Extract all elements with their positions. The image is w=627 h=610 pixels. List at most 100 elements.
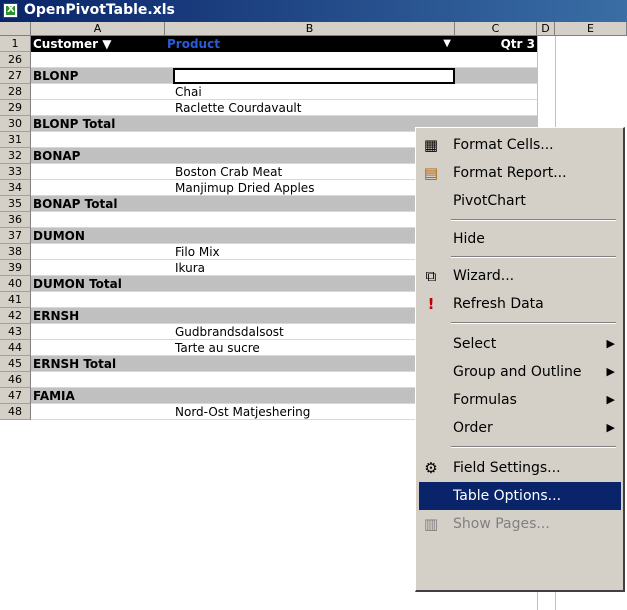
cell-customer[interactable] — [31, 324, 165, 340]
cell-product[interactable] — [165, 388, 455, 404]
column-header-a[interactable]: A — [31, 22, 165, 36]
cell-qtr3[interactable] — [455, 100, 537, 116]
menu-item-formulas[interactable]: Formulas ▶ — [419, 386, 621, 414]
row-number[interactable]: 29 — [0, 100, 31, 116]
cell-customer[interactable]: FAMIA — [31, 388, 165, 404]
menu-item-hide[interactable]: Hide — [419, 225, 621, 253]
menu-item-wizard[interactable]: ⧉ Wizard... — [419, 262, 621, 290]
row-number[interactable]: 1 — [0, 36, 31, 52]
cell-customer[interactable]: BONAP — [31, 148, 165, 164]
dropdown-arrow-icon[interactable]: ▼ — [443, 36, 451, 52]
menu-item-select[interactable]: Select ▶ — [419, 330, 621, 358]
row-number[interactable]: 36 — [0, 212, 31, 228]
row-number[interactable]: 44 — [0, 340, 31, 356]
cell-customer[interactable] — [31, 52, 165, 68]
select-all-corner[interactable] — [0, 22, 31, 36]
row-number[interactable]: 33 — [0, 164, 31, 180]
cell-product[interactable]: Raclette Courdavault — [165, 100, 455, 116]
product-field-button[interactable]: Product ▼ — [165, 36, 455, 52]
cell-product[interactable] — [165, 148, 455, 164]
cell-customer[interactable] — [31, 260, 165, 276]
cell-product[interactable]: Chai — [165, 84, 455, 100]
column-header-e[interactable]: E — [555, 22, 627, 36]
menu-item-refresh-data[interactable]: ! Refresh Data — [419, 290, 621, 318]
excel-icon[interactable] — [3, 3, 18, 18]
cell-product[interactable] — [165, 228, 455, 244]
row-number[interactable]: 48 — [0, 404, 31, 420]
row-number[interactable]: 37 — [0, 228, 31, 244]
cell-customer[interactable] — [31, 244, 165, 260]
cell-customer[interactable] — [31, 340, 165, 356]
row-number[interactable]: 40 — [0, 276, 31, 292]
cell-product[interactable] — [165, 212, 455, 228]
cell-customer[interactable] — [31, 404, 165, 420]
customer-field-button[interactable]: Customer ▼ — [31, 36, 165, 52]
cell-qtr3[interactable] — [455, 84, 537, 100]
menu-item-format-cells[interactable]: ▦ Format Cells... — [419, 131, 621, 159]
active-cell-outline[interactable] — [173, 68, 455, 84]
cell-customer[interactable]: BLONP — [31, 68, 165, 84]
row-number[interactable]: 28 — [0, 84, 31, 100]
cell-product[interactable]: Gudbrandsdalsost — [165, 324, 455, 340]
cell-customer[interactable] — [31, 292, 165, 308]
menu-item-table-options[interactable]: Table Options... — [419, 482, 621, 510]
cell-product[interactable]: Boston Crab Meat — [165, 164, 455, 180]
row-number[interactable]: 47 — [0, 388, 31, 404]
cell-product[interactable] — [165, 116, 455, 132]
cell-customer[interactable]: DUMON — [31, 228, 165, 244]
row-number[interactable]: 26 — [0, 52, 31, 68]
row-number[interactable]: 32 — [0, 148, 31, 164]
menu-separator — [451, 322, 616, 324]
cell-product[interactable]: Nord-Ost Matjeshering — [165, 404, 455, 420]
menu-item-field-settings[interactable]: ⚙ Field Settings... — [419, 454, 621, 482]
row-number[interactable]: 27 — [0, 68, 31, 84]
column-header-b[interactable]: B — [165, 22, 455, 36]
cell-customer[interactable] — [31, 132, 165, 148]
cell-product[interactable]: Manjimup Dried Apples — [165, 180, 455, 196]
row-number[interactable]: 31 — [0, 132, 31, 148]
column-header-c[interactable]: C — [455, 22, 537, 36]
cell-customer[interactable]: ERNSH Total — [31, 356, 165, 372]
cell-customer[interactable]: ERNSH — [31, 308, 165, 324]
menu-item-show-pages[interactable]: ▥ Show Pages... — [419, 510, 621, 538]
cell-customer[interactable] — [31, 100, 165, 116]
cell-product[interactable] — [165, 372, 455, 388]
row-number[interactable]: 45 — [0, 356, 31, 372]
cell-customer[interactable]: DUMON Total — [31, 276, 165, 292]
cell-customer[interactable] — [31, 84, 165, 100]
cell-qtr3[interactable] — [455, 68, 537, 84]
window-titlebar[interactable]: OpenPivotTable.xls — [0, 0, 627, 22]
cell-product[interactable]: Tarte au sucre — [165, 340, 455, 356]
cell-product[interactable] — [165, 132, 455, 148]
cell-product[interactable] — [165, 292, 455, 308]
cell-product[interactable]: Filo Mix — [165, 244, 455, 260]
column-header-d[interactable]: D — [537, 22, 555, 36]
row-number[interactable]: 43 — [0, 324, 31, 340]
qtr3-field-button[interactable]: Qtr 3 — [455, 36, 537, 52]
cell-product[interactable] — [165, 276, 455, 292]
cell-product[interactable] — [165, 52, 455, 68]
row-number[interactable]: 38 — [0, 244, 31, 260]
cell-customer[interactable]: BLONP Total — [31, 116, 165, 132]
cell-customer[interactable] — [31, 212, 165, 228]
cell-product[interactable] — [165, 308, 455, 324]
menu-item-order[interactable]: Order ▶ — [419, 414, 621, 442]
cell-product[interactable]: Ikura — [165, 260, 455, 276]
cell-customer[interactable] — [31, 180, 165, 196]
cell-customer[interactable] — [31, 372, 165, 388]
cell-product[interactable] — [165, 196, 455, 212]
cell-product[interactable] — [165, 356, 455, 372]
row-number[interactable]: 46 — [0, 372, 31, 388]
row-number[interactable]: 42 — [0, 308, 31, 324]
menu-item-pivotchart[interactable]: PivotChart — [419, 187, 621, 215]
menu-item-group-and-outline[interactable]: Group and Outline ▶ — [419, 358, 621, 386]
menu-item-format-report[interactable]: ▤ Format Report... — [419, 159, 621, 187]
cell-customer[interactable]: BONAP Total — [31, 196, 165, 212]
row-number[interactable]: 35 — [0, 196, 31, 212]
cell-customer[interactable] — [31, 164, 165, 180]
row-number[interactable]: 34 — [0, 180, 31, 196]
row-number[interactable]: 41 — [0, 292, 31, 308]
row-number[interactable]: 39 — [0, 260, 31, 276]
cell-qtr3[interactable] — [455, 52, 537, 68]
row-number[interactable]: 30 — [0, 116, 31, 132]
